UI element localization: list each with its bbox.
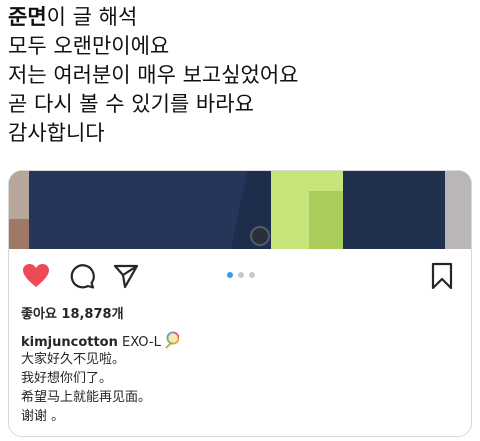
tweet-line-1: 준면이 글 해석: [8, 3, 472, 32]
bookmark-icon: [431, 262, 453, 290]
share-button[interactable]: [111, 261, 141, 291]
mention[interactable]: 준면: [8, 5, 47, 29]
caption-line: kimjuncotton EXO-L: [21, 331, 461, 350]
tweet-line-1-text: 이 글 해석: [46, 5, 138, 29]
action-bar: [9, 257, 471, 293]
save-button[interactable]: [427, 261, 457, 291]
carousel-dot[interactable]: [249, 272, 255, 278]
tweet-line-4: 곧 다시 볼 수 있기를 바라요: [8, 92, 254, 116]
like-button[interactable]: [21, 261, 51, 291]
instagram-post-card: 좋아요 18,878개 kimjuncotton EXO-L 大家好久不见啦。 …: [8, 170, 472, 437]
photo-jacket-right: [343, 171, 453, 249]
caption-line: 谢谢 。: [21, 409, 65, 424]
post-photo[interactable]: [9, 171, 471, 249]
tweet-text: 준면이 글 해석 모두 오랜만이에요 저는 여러분이 매우 보고싶었어요 곧 다…: [8, 0, 472, 148]
likes-count[interactable]: 좋아요 18,878개: [21, 303, 124, 322]
tweet-line-2: 모두 오랜만이에요: [8, 34, 170, 58]
username-link[interactable]: kimjuncotton: [21, 335, 118, 350]
caption-line: 大家好久不见啦。: [21, 352, 126, 367]
caption-line: 我好想你们了。: [21, 371, 113, 386]
comment-icon: [70, 264, 95, 289]
caption-line: 希望马上就能再见面。: [21, 390, 152, 405]
carousel-indicator: [227, 272, 255, 278]
comment-button[interactable]: [67, 261, 97, 291]
send-icon: [113, 264, 139, 289]
heart-icon: [23, 264, 49, 287]
lollipop-icon: [163, 331, 180, 355]
post-caption: kimjuncotton EXO-L 大家好久不见啦。 我好想你们了。 希望马上…: [21, 331, 461, 426]
tweet-line-5: 감사합니다: [8, 121, 105, 145]
caption-text: EXO-L: [122, 335, 161, 350]
photo-jacket-button: [250, 226, 270, 246]
carousel-dot[interactable]: [227, 272, 233, 278]
tweet-line-3: 저는 여러분이 매우 보고싶었어요: [8, 63, 299, 87]
carousel-dot[interactable]: [238, 272, 244, 278]
photo-background-right: [445, 171, 471, 249]
